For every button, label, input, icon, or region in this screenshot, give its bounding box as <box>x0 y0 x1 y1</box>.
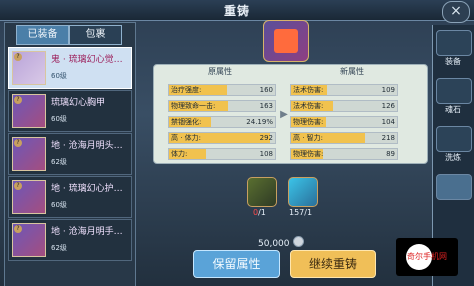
green-token-icon[interactable] <box>247 177 277 207</box>
keep-attributes-button[interactable]: 保留属性 <box>193 250 280 278</box>
watermark-logo: 奇尔手机网 <box>396 238 458 276</box>
silver-cost: 50,000 <box>258 236 304 249</box>
list-item[interactable]: ? 鬼 · 琉璃幻心觉… 60级 <box>8 47 132 89</box>
attribute-row: 禁锢强化: 24.19% <box>168 116 276 128</box>
equipment-icon: ? <box>12 94 46 128</box>
attribute-row: 体力: 108 <box>168 148 276 160</box>
list-item[interactable]: ? 地 · 沧海月明手… 62级 <box>8 219 132 261</box>
attribute-label: 物理伤害: <box>293 150 324 158</box>
tab-bag[interactable]: 包裹 <box>69 25 122 45</box>
continue-reforge-button[interactable]: 继续重铸 <box>290 250 376 278</box>
attribute-value: 108 <box>259 150 273 158</box>
original-attributes-header: 原属性 <box>208 67 232 76</box>
item-level: 62级 <box>51 158 67 166</box>
side-menu-soulstone-label: 魂石 <box>445 105 461 114</box>
tab-equipped[interactable]: 已装备 <box>16 25 69 45</box>
attribute-value: 292 <box>259 134 273 142</box>
attribute-label: 禁锢强化: <box>171 118 202 126</box>
item-level: 60级 <box>51 115 67 123</box>
equipment-icon: ? <box>12 51 46 85</box>
item-name: 地 · 琉璃幻心护… <box>51 184 123 194</box>
selected-equipment-icon <box>263 20 309 62</box>
window-title: 重铸 <box>223 4 250 18</box>
attribute-label: 法术伤害: <box>293 86 324 94</box>
attribute-value: 126 <box>381 102 395 110</box>
item-name: 鬼 · 琉璃幻心觉… <box>51 55 123 65</box>
attribute-row: 法术伤害: 126 <box>290 100 398 112</box>
attribute-row: 物理伤害: 104 <box>290 116 398 128</box>
close-button[interactable]: × <box>442 1 470 23</box>
attribute-label: 治疗强度: <box>171 86 202 94</box>
item-level: 62级 <box>51 244 67 252</box>
bound-badge-icon: ? <box>14 96 22 104</box>
reforge-nav-icon[interactable] <box>436 174 472 200</box>
attribute-label: 物理伤害: <box>293 118 324 126</box>
side-menu-equipment-label: 装备 <box>445 57 461 66</box>
bound-badge-icon: ? <box>14 139 22 147</box>
arrow-right-icon: ▶ <box>280 109 288 120</box>
attribute-row: 物理伤害: 89 <box>290 148 398 160</box>
item-name: 地 · 沧海月明手… <box>51 227 123 237</box>
attribute-label: 法术伤害: <box>293 102 324 110</box>
soulstone-nav-icon[interactable] <box>436 78 472 104</box>
attribute-label: 体力: <box>171 150 188 158</box>
equipment-icon: ? <box>12 137 46 171</box>
list-item[interactable]: ? 地 · 沧海月明头… 62级 <box>8 133 132 175</box>
close-icon: × <box>450 3 462 19</box>
item-name: 地 · 沧海月明头… <box>51 141 123 151</box>
attribute-row: 治疗强度: 160 <box>168 84 276 96</box>
bound-badge-icon: ? <box>14 225 22 233</box>
material-count-2: 157/1 <box>289 208 313 217</box>
attribute-value: 160 <box>259 86 273 94</box>
attribute-value: 163 <box>259 102 273 110</box>
attribute-row: 高 · 智力: 218 <box>290 132 398 144</box>
cost-amount: 50,000 <box>258 239 290 249</box>
item-name: 琉璃幻心胸甲 <box>51 98 106 108</box>
attribute-label: 高 · 智力: <box>293 134 324 142</box>
attribute-row: 高 · 体力: 292 <box>168 132 276 144</box>
equipment-icon: ? <box>12 223 46 257</box>
attribute-label: 物理致命一击: <box>171 102 216 110</box>
attribute-value: 218 <box>381 134 395 142</box>
equipment-icon: ? <box>12 180 46 214</box>
list-item[interactable]: ? 地 · 琉璃幻心护… 60级 <box>8 176 132 218</box>
attribute-row: 法术伤害: 109 <box>290 84 398 96</box>
attribute-value: 89 <box>386 150 395 158</box>
equipment-tabs: 已装备 包裹 <box>16 25 122 45</box>
bound-badge-icon: ? <box>14 182 22 190</box>
game-ui: 重铸 × 已装备 包裹 ? 鬼 · 琉璃幻心觉… 60级 ? 琉璃幻心胸甲 60… <box>0 0 474 286</box>
equipment-art <box>274 29 298 53</box>
attribute-value: 109 <box>381 86 395 94</box>
equipment-nav-icon[interactable] <box>436 30 472 56</box>
item-level: 60级 <box>51 72 67 80</box>
attribute-row: 物理致命一击: 163 <box>168 100 276 112</box>
list-item[interactable]: ? 琉璃幻心胸甲 60级 <box>8 90 132 132</box>
side-menu-refine-label: 洗炼 <box>445 153 461 162</box>
silver-coin-icon <box>292 236 304 247</box>
blue-crystal-icon[interactable] <box>288 177 318 207</box>
watermark-text: 奇尔手机网 <box>407 252 447 261</box>
attribute-label: 高 · 体力: <box>171 134 202 142</box>
attribute-value: 104 <box>381 118 395 126</box>
attribute-value: 24.19% <box>246 118 273 126</box>
item-level: 60级 <box>51 201 67 209</box>
material-count-1: 0/1 <box>253 208 266 217</box>
new-attributes-header: 新属性 <box>340 67 364 76</box>
bound-badge-icon: ? <box>14 53 22 61</box>
refine-nav-icon[interactable] <box>436 126 472 152</box>
